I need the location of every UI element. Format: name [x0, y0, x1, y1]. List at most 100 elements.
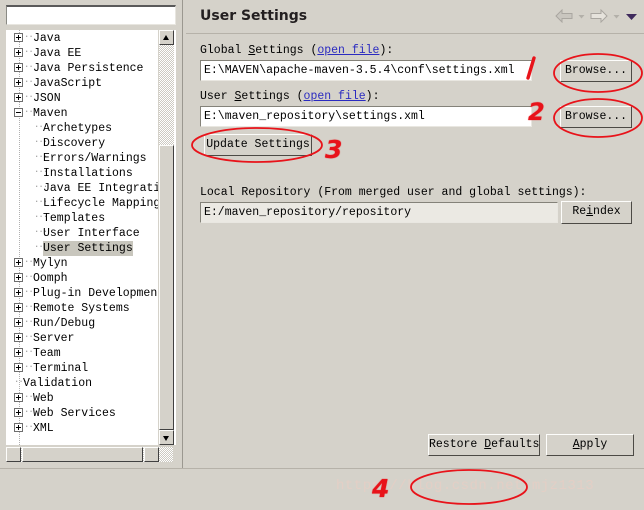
tree-item-team[interactable]: ··Team: [6, 345, 161, 360]
tree-connector-icon: ··: [24, 92, 34, 102]
tree-vertical-scrollbar[interactable]: [158, 30, 174, 445]
tree-item-archetypes[interactable]: ···Archetypes: [6, 120, 161, 135]
tree-connector-icon: ··: [24, 332, 34, 342]
tree-item-lifecycle-mappings[interactable]: ···Lifecycle Mappings: [6, 195, 161, 210]
expand-icon[interactable]: [14, 348, 23, 357]
tree-item-label: Archetypes: [43, 121, 113, 135]
reindex-button[interactable]: Reindex: [561, 201, 632, 224]
preference-filter-input[interactable]: [6, 5, 176, 25]
tree-item-label: Web Services: [33, 406, 116, 420]
forward-button[interactable]: [590, 9, 608, 23]
tree-item-java[interactable]: ··Java: [6, 30, 161, 45]
tree-item-xml[interactable]: ··XML: [6, 420, 161, 435]
tree-item-label: Plug-in Development: [33, 286, 161, 300]
update-settings-button[interactable]: Update Settings: [204, 134, 312, 156]
tree-item-label: Terminal: [33, 361, 89, 375]
tree-item-label: Validation: [23, 376, 93, 390]
expand-icon[interactable]: [14, 363, 23, 372]
preferences-tree[interactable]: ··Java ··Java EE ··Java Persistence ··JavaS…: [6, 30, 176, 445]
expand-icon[interactable]: [14, 258, 23, 267]
tree-item-user-settings[interactable]: ···User Settings: [6, 240, 161, 256]
apply-mnemonic: A: [572, 438, 580, 451]
expand-icon[interactable]: [14, 93, 23, 102]
user-settings-path-input[interactable]: [200, 106, 532, 127]
tree-item-java-ee[interactable]: ··Java EE: [6, 45, 161, 60]
scroll-up-button[interactable]: [159, 30, 174, 45]
user-settings-browse-button[interactable]: Browse...: [560, 106, 632, 128]
expand-icon[interactable]: [14, 333, 23, 342]
tree-item-server[interactable]: ··Server: [6, 330, 161, 345]
tree-item-web[interactable]: ··Web: [6, 390, 161, 405]
user-settings-open-file-link[interactable]: open file: [304, 90, 366, 103]
tree-connector-icon: ··: [24, 317, 34, 327]
back-history-menu[interactable]: [577, 11, 586, 21]
tree-item-label: Mylyn: [33, 256, 68, 270]
tree-item-oomph[interactable]: ··Oomph: [6, 270, 161, 285]
expand-icon[interactable]: [14, 63, 23, 72]
expand-icon[interactable]: [14, 393, 23, 402]
global-settings-path-input[interactable]: [200, 60, 532, 81]
tree-item-label: User Interface: [43, 226, 140, 240]
apply-button[interactable]: Apply: [546, 434, 634, 456]
horizontal-scrollbar-thumb[interactable]: [22, 447, 143, 462]
collapse-icon[interactable]: [14, 108, 23, 117]
tree-item-plug-in-development[interactable]: ··Plug-in Development: [6, 285, 161, 300]
tree-item-templates[interactable]: ···Templates: [6, 210, 161, 225]
user-settings-label-rest: ettings: [241, 90, 290, 103]
tree-item-maven[interactable]: ··Maven: [6, 105, 161, 120]
forward-history-menu[interactable]: [612, 11, 621, 21]
tree-connector-icon: ··: [24, 347, 34, 357]
tree-item-java-ee-integratio[interactable]: ···Java EE Integratio: [6, 180, 161, 195]
tree-item-label: Templates: [43, 211, 106, 225]
tree-item-label: XML: [33, 421, 54, 435]
restore-defaults-button[interactable]: Restore Defaults: [428, 434, 540, 456]
global-settings-open-file-link[interactable]: open file: [317, 44, 379, 57]
view-menu-button[interactable]: [625, 11, 638, 21]
tree-item-label: Web: [33, 391, 54, 405]
tree-item-mylyn[interactable]: ··Mylyn: [6, 255, 161, 270]
expand-icon[interactable]: [14, 423, 23, 432]
tree-item-web-services[interactable]: ··Web Services: [6, 405, 161, 420]
tree-item-terminal[interactable]: ··Terminal: [6, 360, 161, 375]
user-settings-label-colon: :: [372, 90, 380, 103]
expand-icon[interactable]: [14, 288, 23, 297]
expand-icon[interactable]: [14, 273, 23, 282]
expand-icon[interactable]: [14, 318, 23, 327]
triangle-down-icon: [163, 436, 169, 441]
global-settings-label-prefix: Global: [200, 44, 249, 57]
tree-item-label: Java EE: [33, 46, 82, 60]
tree-item-discovery[interactable]: ···Discovery: [6, 135, 161, 150]
tree-connector-icon: ···: [34, 152, 48, 162]
tree-item-validation[interactable]: ···Validation: [6, 375, 161, 390]
vertical-scrollbar-thumb[interactable]: [159, 145, 174, 430]
expand-icon[interactable]: [14, 408, 23, 417]
tree-item-run-debug[interactable]: ··Run/Debug: [6, 315, 161, 330]
chevron-down-icon: [626, 14, 637, 20]
tree-item-user-interface[interactable]: ···User Interface: [6, 225, 161, 240]
tree-item-json[interactable]: ··JSON: [6, 90, 161, 105]
back-button[interactable]: [555, 9, 573, 23]
tree-connector-icon: ···: [34, 227, 48, 237]
tree-item-installations[interactable]: ···Installations: [6, 165, 161, 180]
expand-icon[interactable]: [14, 33, 23, 42]
scroll-down-button[interactable]: [159, 430, 174, 445]
tree-row-container: ··Java ··Java EE ··Java Persistence ··JavaS…: [6, 30, 161, 435]
tree-item-label: Java: [33, 31, 61, 45]
tree-horizontal-scrollbar[interactable]: [6, 447, 173, 462]
tree-item-remote-systems[interactable]: ··Remote Systems: [6, 300, 161, 315]
tree-item-javascript[interactable]: ··JavaScript: [6, 75, 161, 90]
expand-icon[interactable]: [14, 78, 23, 87]
tree-item-java-persistence[interactable]: ··Java Persistence: [6, 60, 161, 75]
restore-defaults-prefix: Restore: [429, 438, 485, 451]
tree-item-errors-warnings[interactable]: ···Errors/Warnings: [6, 150, 161, 165]
tree-connector-icon: ··: [24, 32, 34, 42]
local-repository-path-input[interactable]: [200, 202, 558, 223]
expand-icon[interactable]: [14, 48, 23, 57]
tree-item-label: Remote Systems: [33, 301, 130, 315]
expand-icon[interactable]: [14, 303, 23, 312]
tree-connector-icon: ··: [24, 287, 34, 297]
scroll-left-button[interactable]: [6, 447, 21, 462]
global-settings-browse-button[interactable]: Browse...: [560, 60, 632, 82]
global-settings-label-rest: ettings: [255, 44, 304, 57]
scroll-right-button[interactable]: [144, 447, 159, 462]
